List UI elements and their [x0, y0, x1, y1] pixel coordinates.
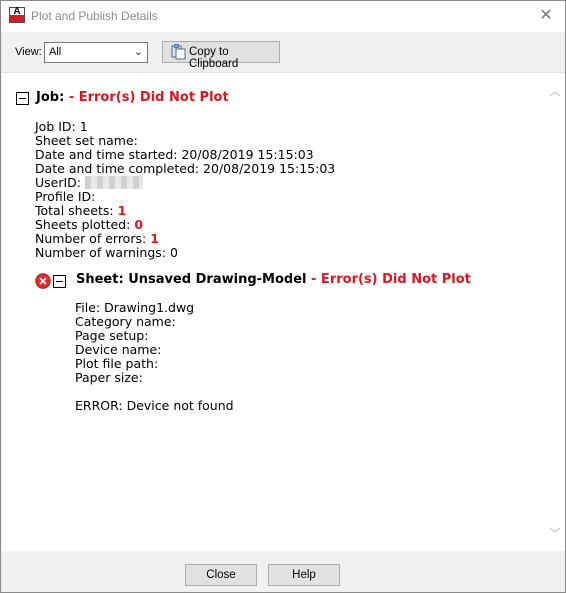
completed-line: Date and time completed: 20/08/2019 15:1… [35, 161, 336, 176]
job-heading-status: - Error(s) Did Not Plot [68, 90, 229, 105]
total-sheets-line: Total sheets: 1 [35, 203, 126, 218]
clipboard-icon [171, 44, 186, 60]
total-sheets-label: Total sheets: [35, 203, 114, 218]
user-id-line: UserID: [35, 175, 143, 190]
chevron-down-icon: ⌄ [133, 45, 143, 58]
help-button[interactable]: Help [268, 564, 340, 586]
toolbar: View: All ⌄ Copy to Clipboard [1, 32, 565, 72]
collapse-minus-icon[interactable] [53, 275, 66, 288]
copy-to-clipboard-label: Copy to Clipboard [189, 46, 239, 70]
paper-size-line: Paper size: [75, 370, 143, 385]
warnings-line: Number of warnings: 0 [35, 245, 178, 260]
sheet-heading: Sheet: Unsaved Drawing-Model - Error(s) … [76, 272, 471, 287]
view-label: View: [15, 46, 42, 58]
started-line: Date and time started: 20/08/2019 15:15:… [35, 147, 314, 162]
sheets-plotted-value: 0 [134, 217, 144, 232]
window-title: Plot and Publish Details [31, 9, 158, 23]
total-sheets-value: 1 [117, 203, 127, 218]
sheets-plotted-line: Sheets plotted: 0 [35, 217, 143, 232]
sheet-heading-status: - Error(s) Did Not Plot [311, 272, 471, 287]
close-icon[interactable]: ✕ [535, 5, 557, 27]
error-message-line: ERROR: Device not found [75, 398, 234, 413]
close-button[interactable]: Close [185, 564, 257, 586]
plot-file-path-line: Plot file path: [75, 356, 159, 371]
page-setup-line: Page setup: [75, 328, 149, 343]
scroll-up-icon[interactable]: ︿ [549, 83, 561, 99]
autocad-a-icon: A [9, 6, 25, 23]
copy-to-clipboard-button[interactable]: Copy to Clipboard [162, 41, 280, 70]
profile-id-line: Profile ID: [35, 189, 96, 204]
user-id-label: UserID: [35, 175, 82, 190]
button-bar: Close Help [1, 551, 565, 592]
device-name-line: Device name: [75, 342, 162, 357]
details-pane[interactable]: ︿ Job: - Error(s) Did Not Plot Job ID: 1… [2, 72, 565, 551]
job-heading: Job: - Error(s) Did Not Plot [36, 90, 229, 105]
errors-label: Number of errors: [35, 231, 147, 246]
sheets-plotted-label: Sheets plotted: [35, 217, 131, 232]
title-bar: A Plot and Publish Details ✕ [1, 1, 565, 32]
sheet-heading-prefix: Sheet: Unsaved Drawing-Model [76, 272, 307, 287]
view-dropdown-value: All [49, 46, 62, 58]
file-line: File: Drawing1.dwg [75, 300, 195, 315]
view-dropdown[interactable]: All ⌄ [44, 42, 148, 63]
job-id-line: Job ID: 1 [35, 119, 88, 134]
sheet-set-name-line: Sheet set name: [35, 133, 138, 148]
category-line: Category name: [75, 314, 176, 329]
scroll-down-icon[interactable]: ﹀ [549, 525, 561, 541]
collapse-minus-icon[interactable] [16, 92, 29, 105]
error-circle-icon [35, 273, 51, 289]
job-heading-prefix: Job: [36, 90, 65, 105]
errors-line: Number of errors: 1 [35, 231, 159, 246]
plot-publish-details-dialog: A Plot and Publish Details ✕ View: All ⌄… [0, 0, 566, 593]
errors-value: 1 [150, 231, 159, 246]
redacted-user-id [85, 176, 143, 189]
